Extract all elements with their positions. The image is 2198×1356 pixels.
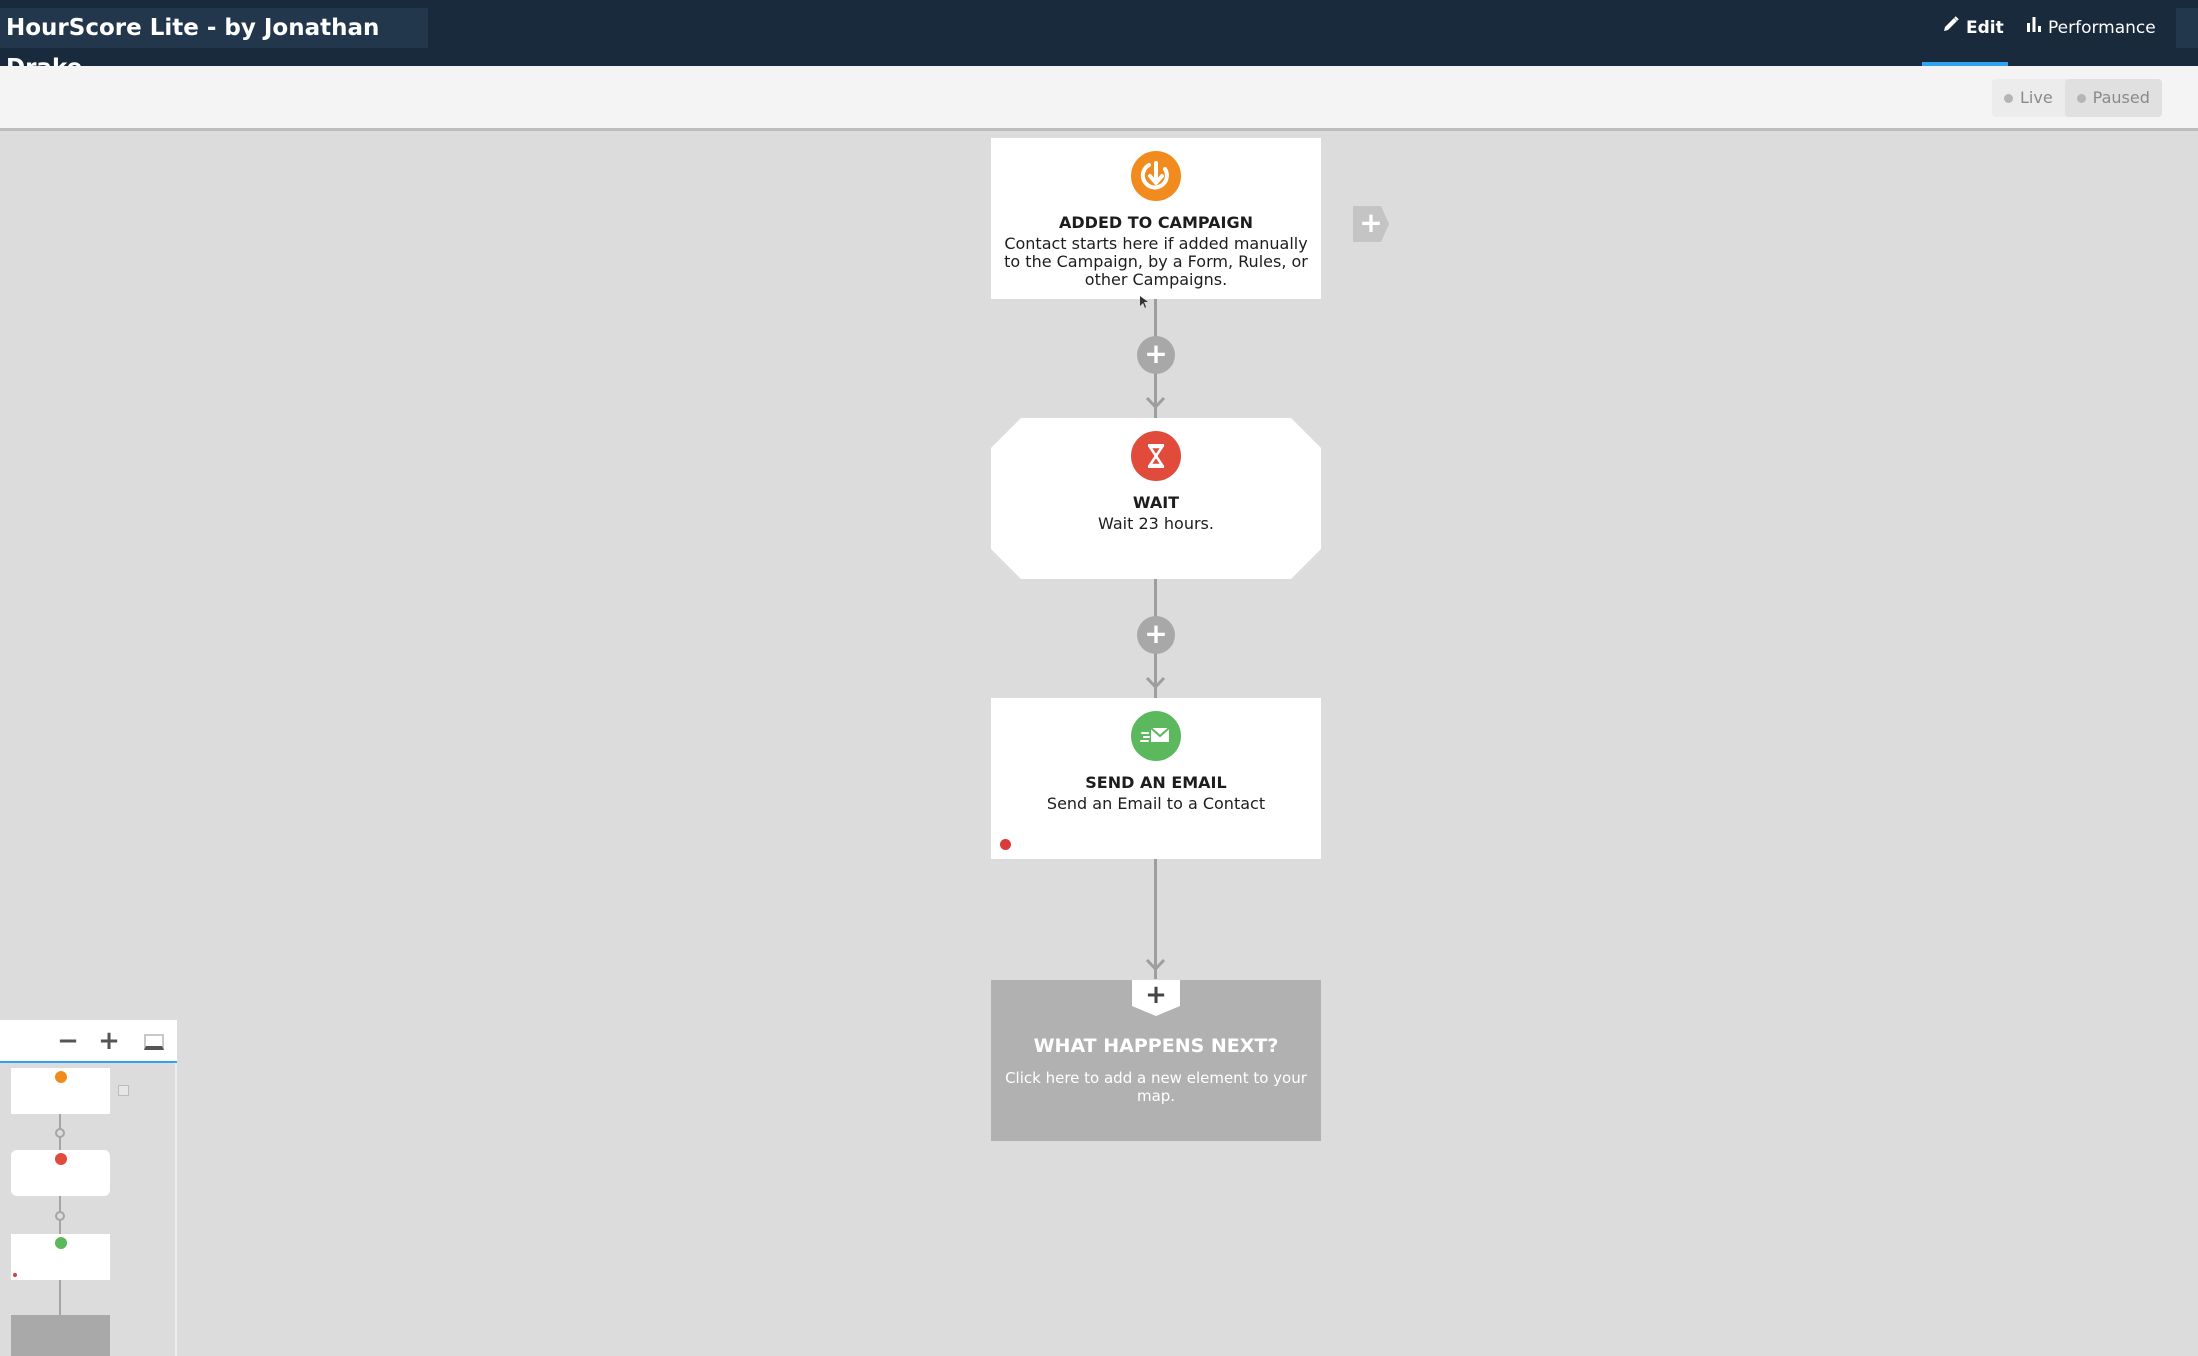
tab-performance[interactable]: Performance	[2026, 0, 2166, 66]
email-send-icon	[1131, 711, 1181, 761]
entry-arrow-icon	[54, 1071, 67, 1083]
status-live-label: Live	[2020, 88, 2053, 107]
campaign-title[interactable]: HourScore Lite - by Jonathan Drake	[0, 8, 428, 81]
node-send-email[interactable]: SEND AN EMAIL Send an Email to a Contact	[991, 698, 1321, 859]
add-step-button[interactable]: +	[1137, 336, 1175, 374]
top-bar: HourScore Lite - by Jonathan Drake Edit …	[0, 0, 2198, 81]
campaign-canvas[interactable]: ADDED TO CAMPAIGN Contact starts here if…	[0, 134, 2198, 1356]
entry-arrow-icon	[1131, 151, 1181, 201]
minimap-panel[interactable]: − +	[0, 1020, 177, 1356]
what-happens-next-placeholder[interactable]: + WHAT HAPPENS NEXT? Click here to add a…	[991, 980, 1321, 1141]
status-paused-label: Paused	[2092, 88, 2150, 107]
arrow-down-icon	[1145, 676, 1166, 690]
email-send-icon	[54, 1237, 67, 1249]
node-added-to-campaign[interactable]: ADDED TO CAMPAIGN Contact starts here if…	[991, 138, 1321, 299]
zoom-in-button[interactable]: +	[94, 1026, 124, 1056]
minimap-side-add	[118, 1085, 129, 1096]
minimap-connector	[59, 1280, 61, 1315]
minimap-plus	[55, 1128, 65, 1138]
tab-edit[interactable]: Edit	[1922, 0, 2008, 66]
topbar-menu-stub[interactable]	[2176, 8, 2198, 48]
minimap-error-dot	[13, 1273, 17, 1277]
campaign-status-toggle: Live Paused	[1992, 79, 2162, 117]
tab-performance-label: Performance	[2048, 18, 2156, 38]
arrow-down-icon	[1145, 958, 1166, 972]
minimap-node-added	[11, 1068, 110, 1114]
bar-chart-icon	[2026, 0, 2042, 56]
status-live-option[interactable]: Live	[1992, 79, 2065, 117]
next-description: Click here to add a new element to your …	[1005, 1069, 1307, 1105]
node-title: SEND AN EMAIL	[1085, 773, 1227, 792]
node-description: Contact starts here if added manually to…	[1004, 234, 1308, 289]
fit-screen-button[interactable]	[139, 1026, 169, 1056]
status-paused-option[interactable]: Paused	[2064, 79, 2162, 117]
minimap-toolbar: − +	[0, 1020, 177, 1063]
pencil-icon	[1942, 0, 1960, 56]
node-description: Wait 23 hours.	[1098, 514, 1214, 533]
node-title: ADDED TO CAMPAIGN	[1059, 213, 1253, 232]
minimap-node-email	[11, 1234, 110, 1280]
minimap-plus	[55, 1211, 65, 1221]
node-description: Send an Email to a Contact	[1046, 794, 1266, 813]
node-wait[interactable]: WAIT Wait 23 hours.	[991, 418, 1321, 579]
mouse-cursor-icon	[1140, 296, 1148, 308]
status-dot-icon	[2076, 93, 2086, 103]
hourglass-icon	[54, 1153, 67, 1165]
add-step-button[interactable]: +	[1137, 616, 1175, 654]
arrow-down-icon	[1145, 396, 1166, 410]
error-indicator[interactable]	[1000, 839, 1011, 850]
tab-edit-label: Edit	[1966, 18, 2004, 38]
hourglass-icon	[1131, 431, 1181, 481]
minimap-node-wait	[11, 1150, 110, 1196]
add-parallel-start-button[interactable]: +	[1353, 206, 1389, 242]
minimap-next-placeholder	[11, 1315, 110, 1356]
canvas-toolbar: Live Paused	[0, 66, 2198, 131]
zoom-out-button[interactable]: −	[53, 1026, 83, 1056]
fit-screen-icon	[144, 1034, 164, 1050]
status-dot-icon	[2004, 93, 2013, 103]
node-title: WAIT	[1132, 493, 1180, 512]
